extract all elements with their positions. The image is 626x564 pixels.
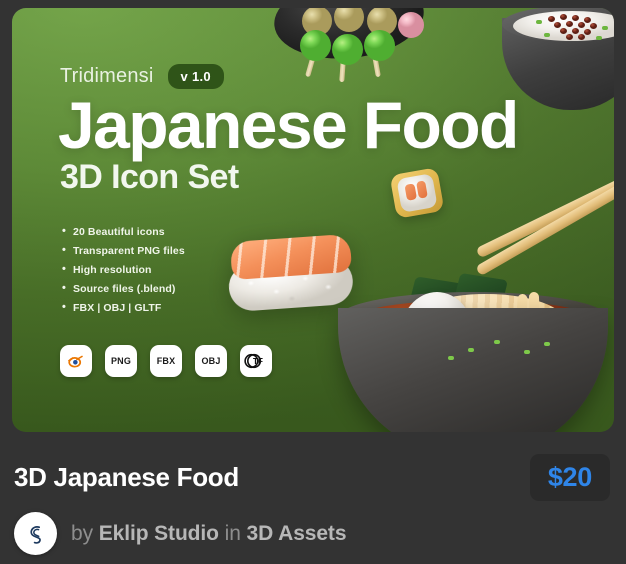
maki-rice: [396, 173, 438, 213]
salmon-maki-roll-artwork: [389, 167, 445, 219]
version-badge: v 1.0: [167, 64, 224, 89]
gltf-icon: TF: [240, 345, 272, 377]
feature-item: 20 Beautiful icons: [62, 226, 185, 238]
chopstick: [475, 169, 614, 259]
dango-ball-green: [300, 30, 331, 61]
preview-subheadline: 3D Icon Set: [60, 158, 239, 196]
png-badge: PNG: [105, 345, 137, 377]
feature-item: Transparent PNG files: [62, 245, 185, 257]
price-badge[interactable]: $20: [529, 453, 610, 501]
ramen-bowl-body: [338, 308, 608, 432]
title-row: 3D Japanese Food $20: [0, 446, 626, 508]
svg-text:TF: TF: [253, 357, 263, 366]
format-badge-list: PNG FBX OBJ TF: [60, 345, 272, 377]
feature-list: 20 Beautiful icons Transparent PNG files…: [62, 226, 185, 322]
obj-badge: OBJ: [195, 345, 227, 377]
product-preview-card[interactable]: Tridimensi v 1.0 Japanese Food 3D Icon S…: [12, 8, 614, 432]
dango-ball-green: [364, 30, 395, 61]
eklip-studio-logo-icon: [29, 525, 41, 544]
brand-row: Tridimensi v 1.0: [60, 64, 224, 89]
author-row: by Eklip Studio in 3D Assets: [14, 512, 347, 555]
feature-item: High resolution: [62, 264, 185, 276]
feature-item: FBX | OBJ | GLTF: [62, 302, 185, 314]
preview-headline: Japanese Food: [58, 88, 519, 162]
by-label: by: [71, 521, 93, 545]
dango-ball-pink: [398, 12, 424, 38]
fbx-badge: FBX: [150, 345, 182, 377]
in-label: in: [224, 521, 241, 545]
author-line: by Eklip Studio in 3D Assets: [71, 521, 347, 546]
product-title: 3D Japanese Food: [14, 461, 239, 492]
red-bean-rice-bowl-artwork: [502, 8, 614, 112]
dango-ball-green: [332, 34, 363, 65]
avatar[interactable]: [14, 512, 57, 555]
feature-item: Source files (.blend): [62, 283, 185, 295]
author-name[interactable]: Eklip Studio: [99, 522, 219, 545]
ramen-bowl-artwork: [328, 169, 614, 432]
category-name[interactable]: 3D Assets: [247, 522, 347, 545]
blender-icon: [60, 345, 92, 377]
brand-name: Tridimensi: [60, 65, 154, 87]
